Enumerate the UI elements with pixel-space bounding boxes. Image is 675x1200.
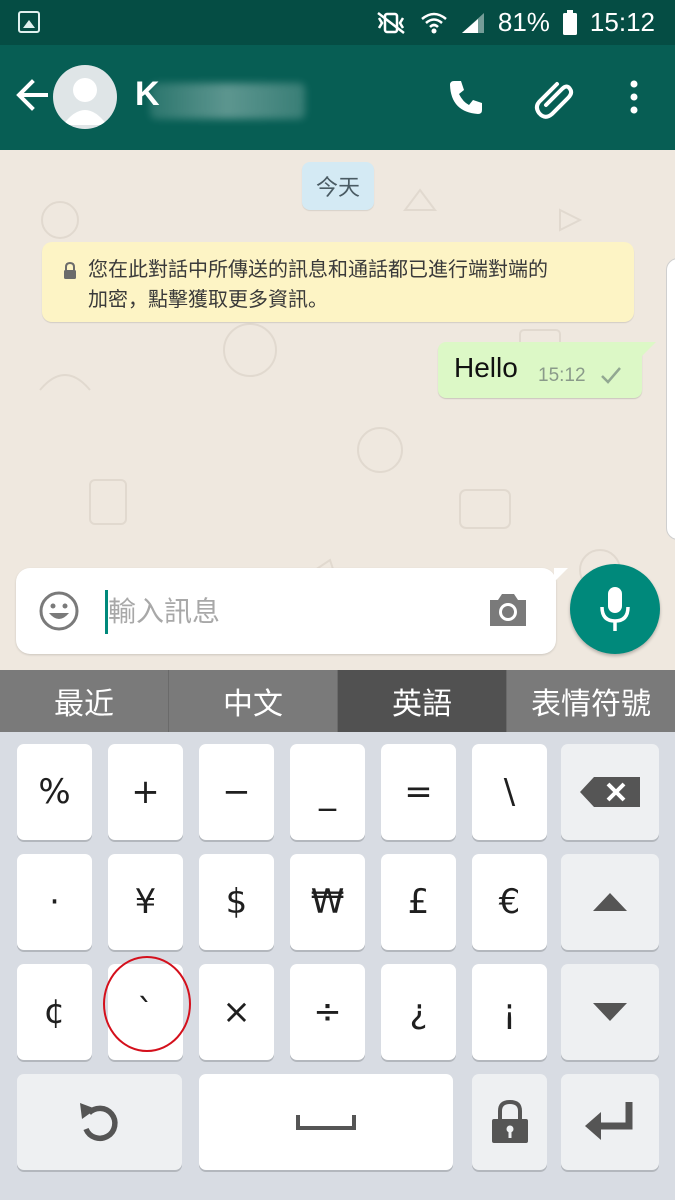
key-minus[interactable]: − [199,744,274,840]
outgoing-message[interactable]: Hello 15:12 [438,342,656,398]
message-composer [16,568,568,654]
key-euro[interactable]: € [472,854,547,950]
symbol-keyboard: % + − _ = \ · ¥ $ ₩ £ € ¢ ` × ÷ ¿ ¡ [0,732,675,1200]
voice-call-icon[interactable] [444,75,488,119]
lock-symbols-icon [491,1099,528,1143]
status-bar: 81% 15:12 [0,0,675,45]
key-underscore[interactable]: _ [290,744,365,840]
wifi-icon [421,12,447,33]
battery-icon [562,9,577,35]
key-pound[interactable]: £ [381,854,456,950]
key-page-down[interactable] [561,964,659,1060]
enter-arrow-icon [585,1102,633,1140]
space-bar-icon [296,1115,356,1130]
encryption-notice-line1: 您在此對話中所傳送的訊息和通話都已進行端對端的 [88,257,548,281]
message-input[interactable] [108,586,468,636]
undo-icon [79,1103,118,1141]
tab-recent[interactable]: 最近 [0,670,169,732]
signal-icon [461,12,484,33]
emoji-icon[interactable] [38,590,80,632]
key-page-up[interactable] [561,854,659,950]
gallery-notification-icon [18,11,40,33]
key-enter[interactable] [561,1074,659,1170]
key-divide[interactable]: ÷ [290,964,365,1060]
status-time: 15:12 [589,7,655,37]
contact-name-redacted [150,83,305,119]
message-time: 15:12 [538,365,586,386]
key-equals[interactable]: = [381,744,456,840]
key-inverted-question[interactable]: ¿ [381,964,456,1060]
key-yen[interactable]: ¥ [108,854,183,950]
key-plus[interactable]: + [108,744,183,840]
key-space[interactable] [199,1074,453,1170]
key-middle-dot[interactable]: · [17,854,92,950]
key-backtick[interactable]: ` [108,964,183,1060]
keyboard-mode-tabs: 最近 中文 英語 表情符號 [0,670,675,732]
triangle-down-icon [593,1003,627,1021]
key-backspace[interactable] [561,744,659,840]
message-text: Hello [454,352,518,383]
key-dollar[interactable]: $ [199,854,274,950]
triangle-up-icon [593,893,627,911]
voice-record-button[interactable] [570,564,660,654]
key-backslash[interactable]: \ [472,744,547,840]
key-lock[interactable] [472,1074,547,1170]
lock-icon [64,262,76,279]
backspace-icon [580,777,640,807]
microphone-icon [600,587,630,631]
key-cent[interactable]: ¢ [17,964,92,1060]
battery-percent: 81% [497,7,550,37]
key-percent[interactable]: % [17,744,92,840]
more-options-icon[interactable] [612,75,656,119]
key-undo[interactable] [17,1074,182,1170]
key-inverted-exclamation[interactable]: ¡ [472,964,547,1060]
encryption-notice[interactable]: 您在此對話中所傳送的訊息和通話都已進行端對端的 加密，點擊獲取更多資訊。 [42,242,634,322]
default-avatar-icon [63,78,107,125]
contact-avatar[interactable] [53,65,117,129]
camera-icon[interactable] [486,590,530,630]
sent-check-icon [601,367,621,384]
chat-header: K [0,45,675,150]
key-won[interactable]: ₩ [290,854,365,950]
attach-paperclip-icon[interactable] [532,75,576,119]
tab-emoji[interactable]: 表情符號 [507,670,675,732]
date-chip: 今天 [302,162,374,210]
tab-chinese[interactable]: 中文 [169,670,338,732]
key-multiply[interactable]: × [199,964,274,1060]
back-arrow-icon[interactable] [12,75,52,115]
mute-vibrate-icon [377,11,405,34]
side-drawer-handle[interactable] [666,258,675,540]
encryption-notice-line2: 加密，點擊獲取更多資訊。 [88,287,328,311]
status-right: 81% 15:12 [374,0,655,45]
tab-english[interactable]: 英語 [338,670,507,732]
